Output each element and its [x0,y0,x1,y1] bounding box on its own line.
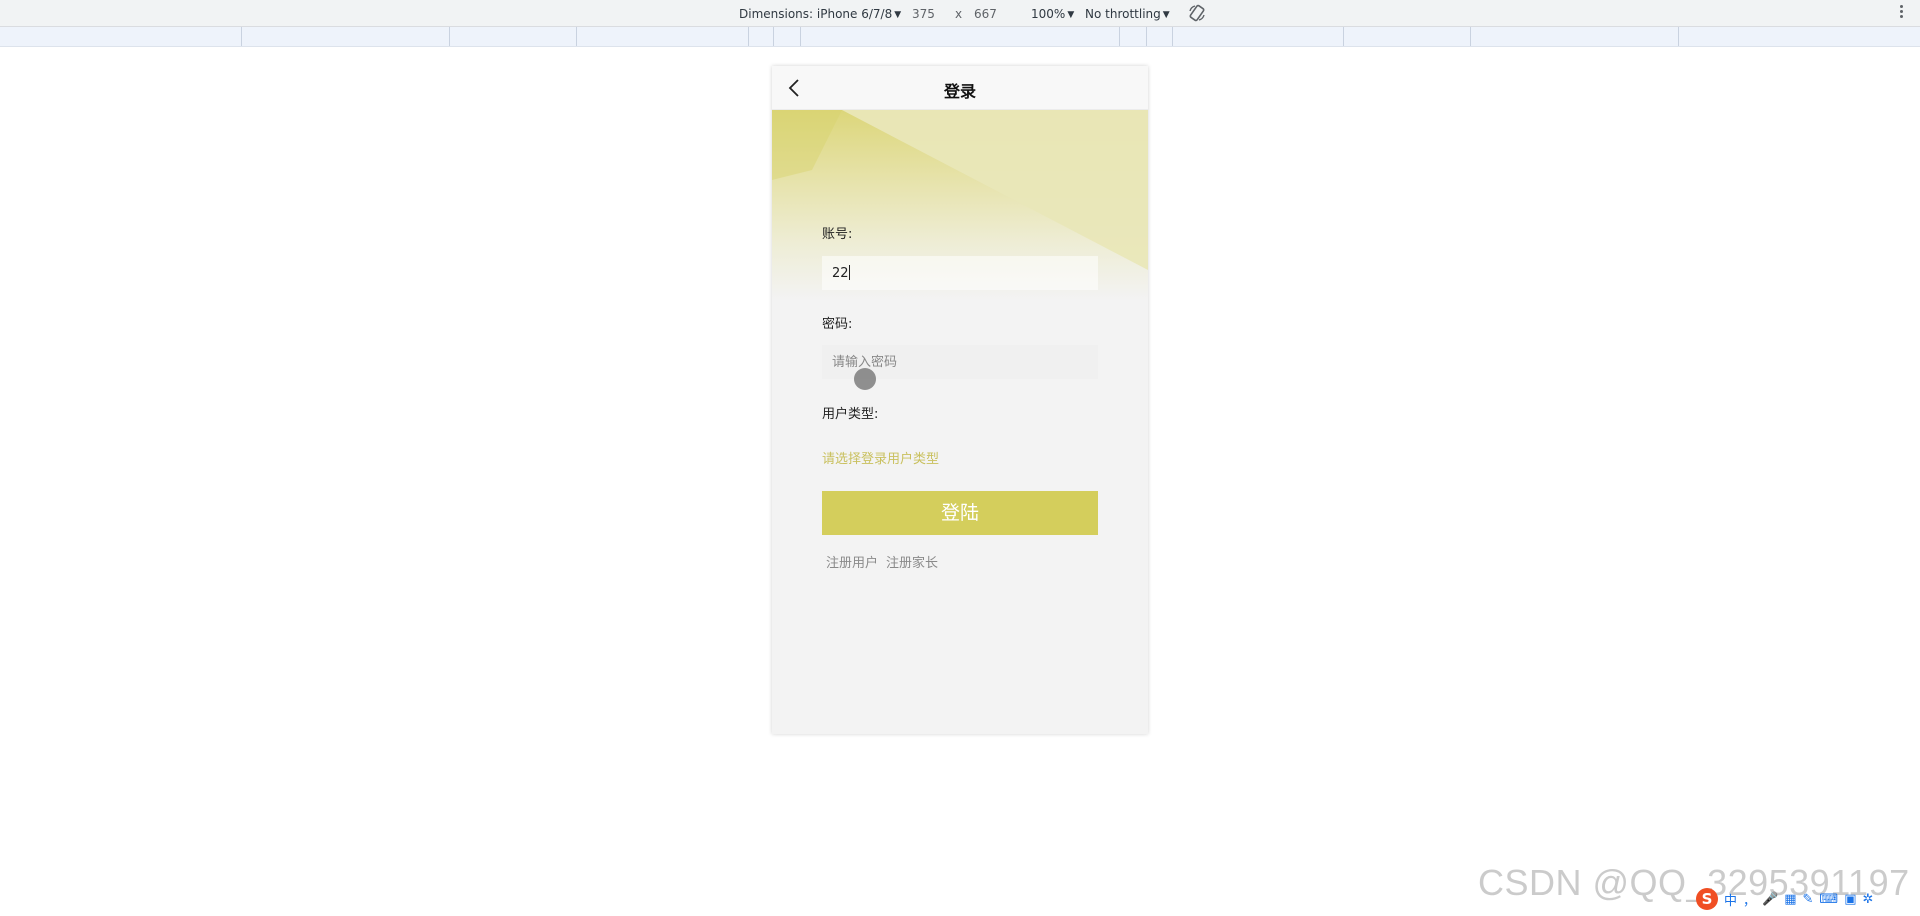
times-sign: x [955,7,963,21]
chevron-down-icon: ▼ [894,10,902,20]
account-value: 22 [832,266,849,281]
media-query-marker[interactable] [1343,27,1344,46]
rotate-icon[interactable] [1188,4,1206,22]
text-caret [848,265,850,280]
toolbox-icon[interactable]: ▣ [1844,892,1856,907]
user-type-select[interactable]: 请选择登录用户类型 [822,448,939,467]
media-query-marker[interactable] [800,27,801,46]
device-viewport: 登录 账号: 22 密码: 用户类型: 请选择登录用户类型 登陆 注册用户 注册家… [772,66,1148,734]
media-query-marker[interactable] [1470,27,1471,46]
throttling-label: No throttling [1085,7,1161,21]
grid-icon[interactable]: ▦ [1784,892,1796,907]
device-selector[interactable]: Dimensions: iPhone 6/7/8 ▼ [739,6,901,23]
media-query-marker[interactable] [241,27,242,46]
account-input[interactable]: 22 [822,256,1098,290]
media-query-marker[interactable] [773,27,774,46]
settings-icon[interactable]: ✲ [1862,892,1873,907]
media-query-marker[interactable] [748,27,749,46]
sogou-logo-icon[interactable]: S [1696,888,1718,910]
width-input[interactable]: 375 [912,6,935,22]
punctuation-icon[interactable]: ， [1743,890,1756,909]
media-query-marker[interactable] [576,27,577,46]
microphone-icon[interactable]: 🎤 [1762,892,1778,907]
account-label: 账号: [822,227,853,242]
account-value-wrap: 22 [832,265,850,281]
pen-icon[interactable]: ✎ [1803,892,1814,907]
zoom-selector[interactable]: 100% ▼ [1031,6,1074,23]
media-query-marker[interactable] [449,27,450,46]
register-links: 注册用户 注册家长 [826,552,938,571]
register-parent-link[interactable]: 注册家长 [886,556,938,571]
devtools-toolbar: Dimensions: iPhone 6/7/8 ▼ 375 x 667 100%… [0,0,1920,27]
keyboard-icon[interactable]: ⌨ [1819,892,1838,907]
device-selector-label: Dimensions: iPhone 6/7/8 [739,7,893,21]
chevron-down-icon: ▼ [1162,10,1170,20]
ime-mode-icon[interactable]: 中 [1724,890,1737,909]
page-title: 登录 [943,82,976,101]
media-query-marker[interactable] [1678,27,1679,46]
user-type-label: 用户类型: [822,407,879,422]
throttling-selector[interactable]: No throttling ▼ [1085,6,1170,23]
height-input[interactable]: 667 [974,6,997,22]
ime-tray: S 中 ， 🎤 ▦ ✎ ⌨ ▣ ✲ [1696,888,1873,910]
media-query-marker[interactable] [1119,27,1120,46]
media-query-marker[interactable] [1146,27,1147,46]
media-query-bar[interactable] [0,27,1920,47]
login-button[interactable]: 登陆 [822,491,1098,535]
register-user-link[interactable]: 注册用户 [826,556,878,571]
nav-bar: 登录 [772,66,1148,110]
password-label: 密码: [822,317,853,332]
zoom-label: 100% [1031,7,1066,21]
media-query-marker[interactable] [1172,27,1173,46]
chevron-down-icon: ▼ [1067,10,1075,20]
more-options-icon[interactable] [1900,4,1904,22]
touch-cursor [854,368,876,390]
